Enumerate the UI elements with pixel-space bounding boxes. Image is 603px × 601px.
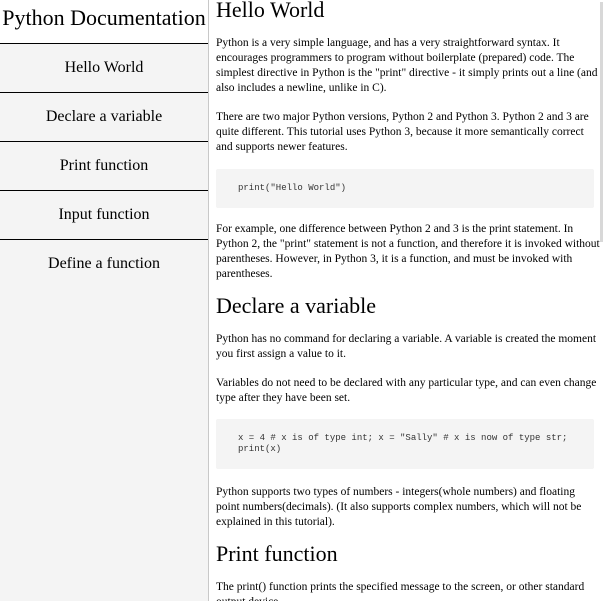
- main-content[interactable]: Hello World Python is a very simple lang…: [216, 0, 600, 601]
- nav-list: Hello World Declare a variable Print fun…: [0, 44, 208, 288]
- nav-title: Python Documentation: [0, 0, 208, 44]
- nav-link-hello-world[interactable]: Hello World: [0, 44, 208, 93]
- section-paragraph: Python has no command for declaring a va…: [216, 333, 597, 360]
- section-title-hello-world: Hello World: [216, 0, 325, 22]
- nav-link-print-function[interactable]: Print function: [0, 142, 208, 191]
- code-block: x = 4 # x is of type int; x = "Sally" # …: [216, 419, 594, 469]
- section-paragraph: There are two major Python versions, Pyt…: [216, 111, 589, 153]
- section-title-declare-a-variable: Declare a variable: [216, 293, 376, 318]
- section-declare-a-variable: Declare a variable Python has no command…: [216, 293, 600, 530]
- section-paragraph: Variables do not need to be declared wit…: [216, 377, 597, 404]
- code-block: print("Hello World"): [216, 169, 594, 208]
- nav-link-input-function[interactable]: Input function: [0, 191, 208, 240]
- section-paragraph: The print() function prints the specifie…: [216, 581, 585, 601]
- navbar: Python Documentation Hello World Declare…: [0, 0, 209, 601]
- main-content-inner: Hello World Python is a very simple lang…: [216, 0, 600, 601]
- documentation-page: Python Documentation Hello World Declare…: [0, 0, 603, 601]
- nav-link-declare-a-variable[interactable]: Declare a variable: [0, 93, 208, 142]
- section-hello-world: Hello World Python is a very simple lang…: [216, 0, 600, 282]
- nav-link-define-a-function[interactable]: Define a function: [0, 240, 208, 288]
- section-paragraph: Python is a very simple language, and ha…: [216, 37, 598, 94]
- section-print-function: Print function The print() function prin…: [216, 541, 600, 601]
- section-title-print-function: Print function: [216, 541, 338, 566]
- section-paragraph: For example, one difference between Pyth…: [216, 223, 600, 280]
- section-paragraph: Python supports two types of numbers - i…: [216, 486, 582, 528]
